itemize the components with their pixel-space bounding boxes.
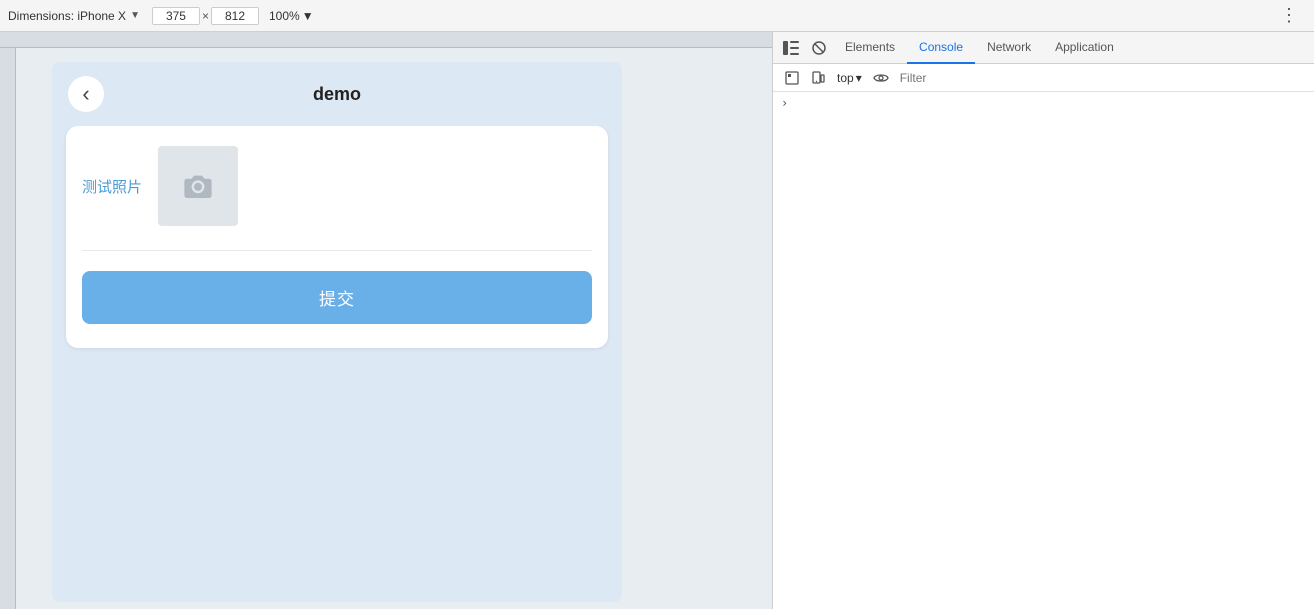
console-chevron-icon[interactable]: › [781,96,788,110]
sidebar-icon [783,41,799,55]
eye-button[interactable] [870,67,892,89]
dimension-separator: × [202,9,209,23]
tab-application[interactable]: Application [1043,32,1126,64]
phone-frame: ‹ demo 测试照片 提交 [52,62,622,602]
top-toolbar: Dimensions: iPhone X ▼ × 100% ▼ ⋮ [0,0,1314,32]
device-icon [811,71,825,85]
back-icon: ‹ [82,81,89,107]
device-emulation-button[interactable] [807,67,829,89]
divider [82,250,592,251]
browser-viewport: ‹ demo 测试照片 提交 [0,32,772,609]
tab-network[interactable]: Network [975,32,1043,64]
devtools-tabbar: Elements Console Network Application [773,32,1314,64]
back-button[interactable]: ‹ [68,76,104,112]
devtools-tabs: Elements Console Network Application [833,32,1310,64]
block-icon-button[interactable] [805,34,833,62]
inspect-element-button[interactable] [781,67,803,89]
ruler-top [0,32,772,48]
context-selector[interactable]: top ▾ [833,69,866,87]
photo-label: 测试照片 [82,176,142,197]
top-chevron-icon: ▾ [856,71,862,85]
height-input[interactable] [211,7,259,25]
zoom-selector[interactable]: 100% ▼ [269,9,314,23]
width-input[interactable] [152,7,200,25]
form-card: 测试照片 提交 [66,126,608,348]
top-label: top [837,71,854,85]
eye-icon [873,72,889,84]
photo-row: 测试照片 [82,146,592,226]
filter-input[interactable] [896,71,1306,85]
tab-console[interactable]: Console [907,32,975,64]
inspect-icon [785,71,799,85]
photo-placeholder[interactable] [158,146,238,226]
device-chevron-icon: ▼ [130,10,140,21]
ruler-left [0,48,16,609]
sidebar-toggle-button[interactable] [777,34,805,62]
camera-icon [182,172,214,200]
main-layout: ‹ demo 测试照片 提交 [0,32,1314,609]
more-options-button[interactable]: ⋮ [1272,5,1306,26]
zoom-level: 100% [269,9,300,23]
device-label: Dimensions: iPhone X [8,9,126,23]
tab-elements[interactable]: Elements [833,32,907,64]
console-content: › [773,92,1314,609]
block-icon [812,41,826,55]
submit-button[interactable]: 提交 [82,271,592,324]
devtools-panel: Elements Console Network Application [772,32,1314,609]
app-header: ‹ demo [52,62,622,126]
app-title: demo [104,84,570,105]
device-selector[interactable]: Dimensions: iPhone X ▼ [8,9,140,23]
zoom-chevron-icon: ▼ [302,9,314,23]
console-toolbar: top ▾ [773,64,1314,92]
